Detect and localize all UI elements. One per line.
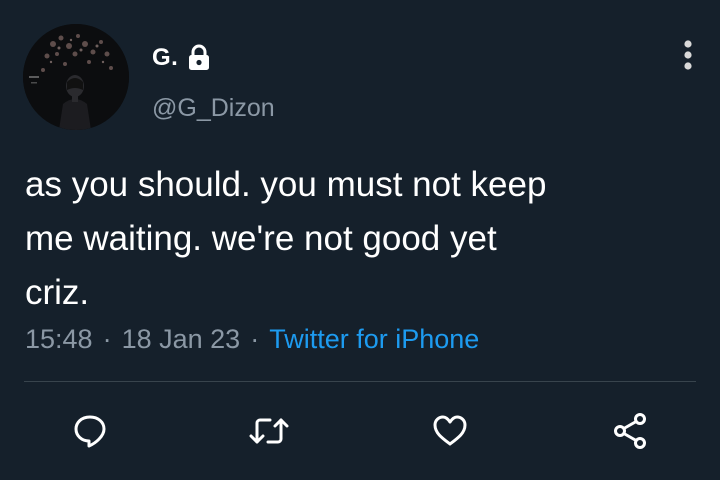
tweet-meta: 15:48 · 18 Jan 23 · Twitter for iPhone	[25, 324, 479, 355]
action-bar	[0, 406, 720, 456]
heart-icon	[433, 415, 467, 446]
separator: ·	[102, 324, 112, 354]
like-button[interactable]	[425, 406, 475, 456]
more-vertical-icon[interactable]	[676, 38, 700, 74]
divider	[24, 381, 696, 382]
display-name-text: G.	[152, 44, 179, 71]
reply-icon	[74, 415, 106, 448]
reply-button[interactable]	[65, 406, 115, 456]
retweet-button[interactable]	[244, 406, 294, 456]
user-handle[interactable]: @G_Dizon	[152, 94, 275, 123]
tweet-text: as you should. you must not keep me wait…	[25, 165, 547, 312]
tweet-date[interactable]: 18 Jan 23	[122, 324, 241, 354]
avatar[interactable]	[23, 24, 129, 130]
share-icon	[614, 413, 646, 449]
retweet-icon	[249, 418, 289, 444]
profile-photo	[23, 24, 129, 130]
share-button[interactable]	[605, 406, 655, 456]
tweet-time[interactable]: 15:48	[25, 324, 93, 354]
separator: ·	[250, 324, 260, 354]
lock-icon	[186, 44, 212, 72]
tweet-source-link[interactable]: Twitter for iPhone	[269, 324, 479, 354]
display-name[interactable]: G.	[152, 44, 212, 72]
